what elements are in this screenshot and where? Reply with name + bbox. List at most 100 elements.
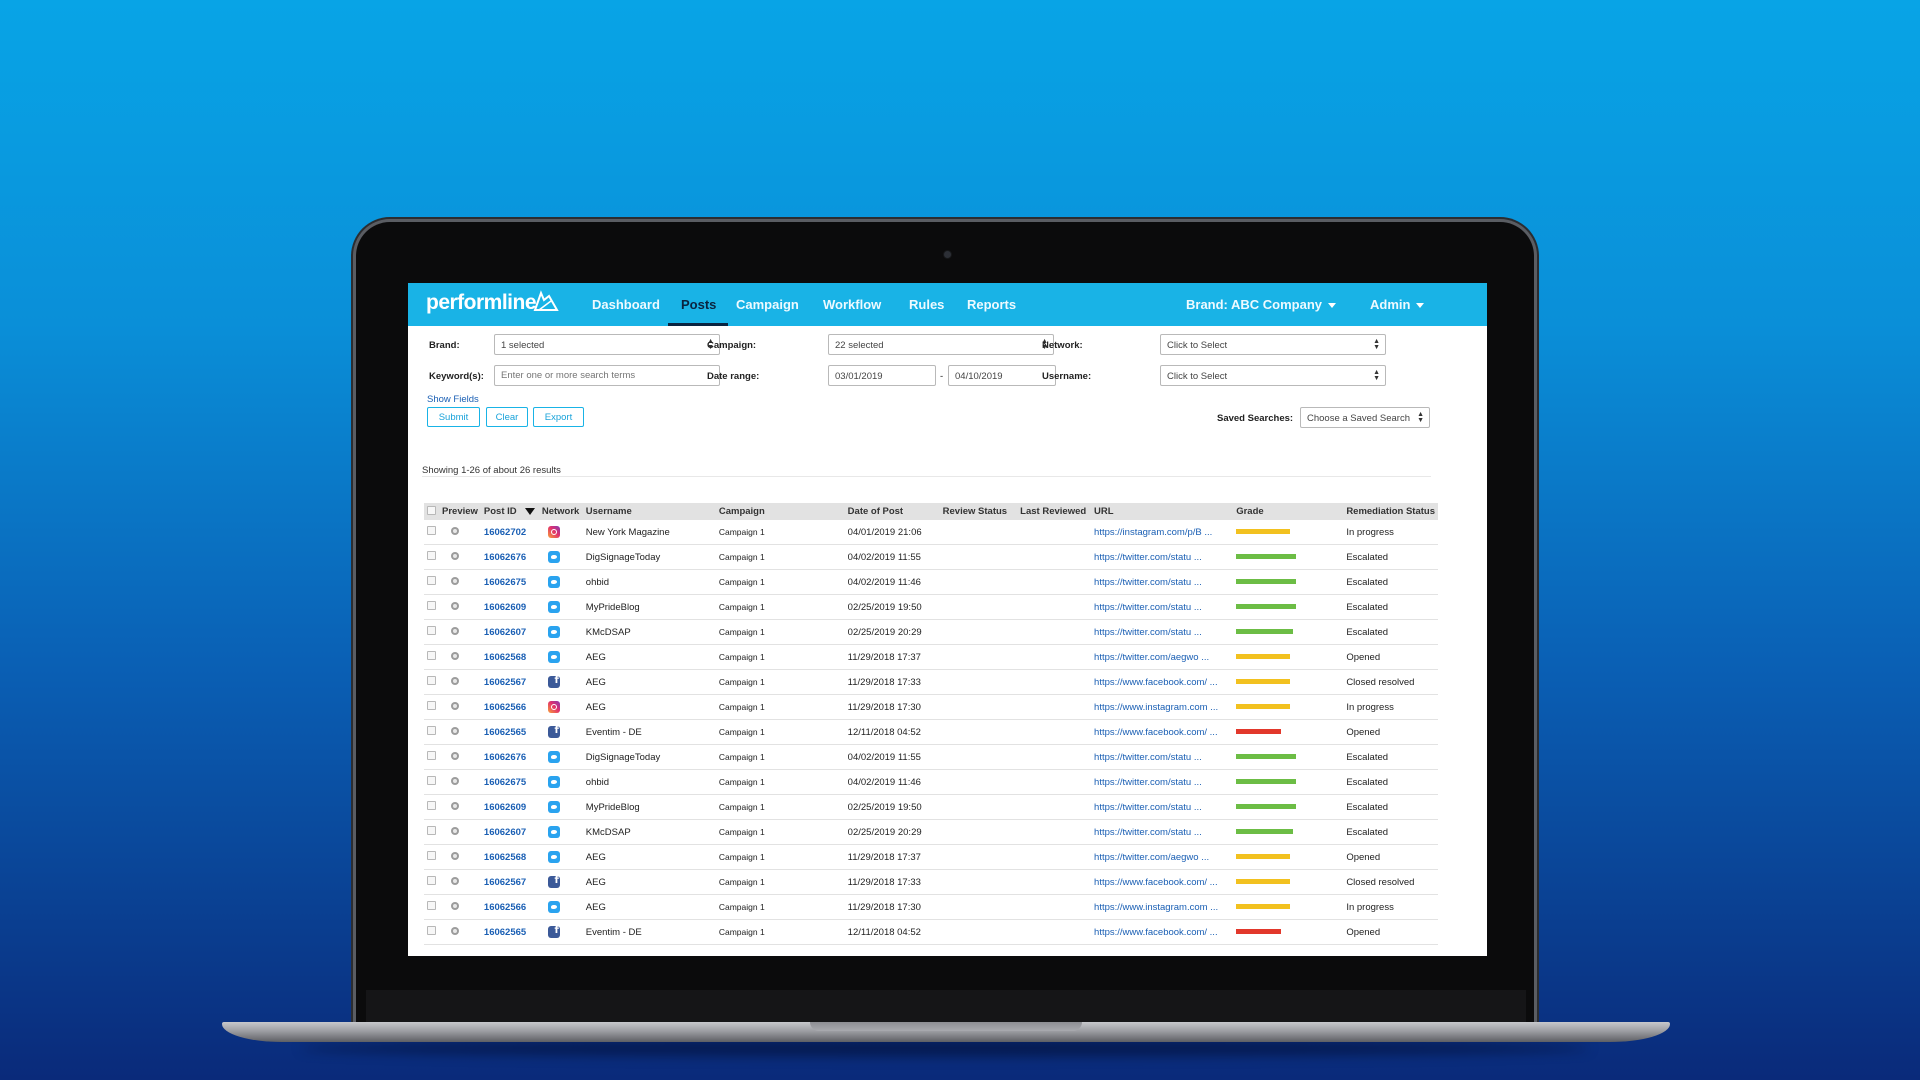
row-checkbox[interactable]: [427, 851, 436, 860]
post-url-link[interactable]: https://twitter.com/statu ...: [1094, 752, 1202, 763]
post-id-link[interactable]: 16062566: [484, 902, 526, 913]
col-preview[interactable]: Preview: [439, 503, 481, 520]
table-row[interactable]: 16062607 KMcDSAP Campaign 1 02/25/2019 20:2…: [424, 619, 1438, 645]
post-url-link[interactable]: https://twitter.com/statu ...: [1094, 552, 1202, 563]
post-id-link[interactable]: 16062609: [484, 802, 526, 813]
table-row[interactable]: 16062567 AEGCampaign 111/29/2018 17:33 htt…: [424, 669, 1438, 695]
post-url-link[interactable]: https://www.facebook.com/ ...: [1094, 877, 1218, 888]
post-url-link[interactable]: https://twitter.com/aegwo ...: [1094, 652, 1209, 663]
table-row[interactable]: 16062567 AEGCampaign 111/29/2018 17:33 htt…: [424, 869, 1438, 895]
col-review-status[interactable]: Review Status: [940, 503, 1018, 520]
row-checkbox[interactable]: [427, 576, 436, 585]
preview-icon[interactable]: [451, 826, 459, 835]
row-checkbox[interactable]: [427, 751, 436, 760]
table-row[interactable]: 16062568 AEG Campaign 1 11/29/2018 17:37 htt…: [424, 644, 1438, 670]
preview-icon[interactable]: [451, 801, 459, 810]
admin-menu[interactable]: Admin: [1370, 297, 1425, 312]
export-button[interactable]: Export: [533, 407, 584, 427]
post-id-link[interactable]: 16062607: [484, 627, 526, 638]
keywords-input[interactable]: [494, 365, 720, 386]
preview-icon[interactable]: [451, 901, 459, 910]
row-checkbox[interactable]: [427, 701, 436, 710]
post-id-link[interactable]: 16062568: [484, 652, 526, 663]
row-checkbox[interactable]: [427, 551, 436, 560]
brand-select[interactable]: 1 selected ▲ ▼: [494, 334, 720, 355]
post-id-link[interactable]: 16062676: [484, 752, 526, 763]
row-checkbox[interactable]: [427, 901, 436, 910]
post-url-link[interactable]: https://www.instagram.com ...: [1094, 702, 1218, 713]
post-url-link[interactable]: https://www.facebook.com/ ...: [1094, 927, 1218, 938]
post-id-link[interactable]: 16062675: [484, 577, 526, 588]
nav-posts[interactable]: Posts: [681, 297, 716, 312]
row-checkbox[interactable]: [427, 876, 436, 885]
post-url-link[interactable]: https://twitter.com/statu ...: [1094, 827, 1202, 838]
saved-search-select[interactable]: Choose a Saved Search ▲ ▼: [1300, 407, 1430, 428]
nav-campaign[interactable]: Campaign: [736, 297, 799, 312]
network-select[interactable]: Click to Select ▲ ▼: [1160, 334, 1386, 355]
date-to-input[interactable]: 04/10/2019: [948, 365, 1056, 386]
preview-icon[interactable]: [451, 851, 459, 860]
clear-button[interactable]: Clear: [486, 407, 528, 427]
preview-icon[interactable]: [451, 926, 459, 935]
row-checkbox[interactable]: [427, 926, 436, 935]
row-checkbox[interactable]: [427, 726, 436, 735]
table-row[interactable]: 16062568 AEG Campaign 1 11/29/2018 17:37 htt…: [424, 844, 1438, 870]
brand-menu[interactable]: Brand: ABC Company: [1186, 297, 1337, 312]
preview-icon[interactable]: [451, 676, 459, 685]
table-row[interactable]: 16062566 AEG Campaign 1 11/29/2018 17:30 htt…: [424, 894, 1438, 920]
post-url-link[interactable]: https://twitter.com/statu ...: [1094, 577, 1202, 588]
preview-icon[interactable]: [451, 526, 459, 535]
post-url-link[interactable]: https://twitter.com/aegwo ...: [1094, 852, 1209, 863]
preview-icon[interactable]: [451, 751, 459, 760]
post-id-link[interactable]: 16062702: [484, 527, 526, 538]
preview-icon[interactable]: [451, 601, 459, 610]
row-checkbox[interactable]: [427, 676, 436, 685]
preview-icon[interactable]: [451, 776, 459, 785]
post-id-link[interactable]: 16062565: [484, 727, 526, 738]
post-url-link[interactable]: https://instagram.com/p/B ...: [1094, 527, 1212, 538]
preview-icon[interactable]: [451, 626, 459, 635]
post-url-link[interactable]: https://www.facebook.com/ ...: [1094, 677, 1218, 688]
show-fields-link[interactable]: Show Fields: [427, 394, 479, 405]
row-checkbox[interactable]: [427, 776, 436, 785]
col-campaign[interactable]: Campaign: [716, 503, 845, 520]
row-checkbox[interactable]: [427, 801, 436, 810]
post-id-link[interactable]: 16062568: [484, 852, 526, 863]
sort-desc-icon[interactable]: [524, 507, 535, 515]
col-date-of-post[interactable]: Date of Post: [845, 503, 940, 520]
post-url-link[interactable]: https://twitter.com/statu ...: [1094, 602, 1202, 613]
table-row[interactable]: 16062607 KMcDSAP Campaign 1 02/25/2019 20:2…: [424, 819, 1438, 845]
post-id-link[interactable]: 16062676: [484, 552, 526, 563]
post-id-link[interactable]: 16062566: [484, 702, 526, 713]
table-row[interactable]: 16062609 MyPrideBlog Campaign 1 02/25/2019 …: [424, 594, 1438, 620]
preview-icon[interactable]: [451, 726, 459, 735]
col-grade[interactable]: Grade: [1233, 503, 1343, 520]
post-id-link[interactable]: 16062567: [484, 877, 526, 888]
post-id-link[interactable]: 16062607: [484, 827, 526, 838]
table-row[interactable]: 16062566 AEG Campaign 1 11/29/2018 17:30 htt…: [424, 694, 1438, 720]
post-id-link[interactable]: 16062567: [484, 677, 526, 688]
post-url-link[interactable]: https://twitter.com/statu ...: [1094, 627, 1202, 638]
row-checkbox[interactable]: [427, 826, 436, 835]
col-username[interactable]: Username: [583, 503, 716, 520]
date-from-input[interactable]: 03/01/2019: [828, 365, 936, 386]
table-row[interactable]: 16062676 DigSignageToday Campaign 1 04/02/2…: [424, 744, 1438, 770]
table-row[interactable]: 16062702 New York Magazine Campaign 1 04/01…: [424, 520, 1438, 545]
preview-icon[interactable]: [451, 876, 459, 885]
performline-logo[interactable]: performline: [426, 291, 537, 315]
preview-icon[interactable]: [451, 701, 459, 710]
post-id-link[interactable]: 16062565: [484, 927, 526, 938]
preview-icon[interactable]: [451, 576, 459, 585]
col-post-id[interactable]: Post ID: [481, 503, 539, 520]
nav-workflow[interactable]: Workflow: [823, 297, 881, 312]
select-all-checkbox[interactable]: [427, 505, 436, 515]
table-row[interactable]: 16062565 Eventim - DECampaign 112/11/2018…: [424, 719, 1438, 745]
post-url-link[interactable]: https://twitter.com/statu ...: [1094, 777, 1202, 788]
col-url[interactable]: URL: [1091, 503, 1233, 520]
col-remediation-status[interactable]: Remediation Status: [1343, 503, 1438, 520]
post-url-link[interactable]: https://www.facebook.com/ ...: [1094, 727, 1218, 738]
row-checkbox[interactable]: [427, 651, 436, 660]
post-id-link[interactable]: 16062675: [484, 777, 526, 788]
table-row[interactable]: 16062675 ohbid Campaign 1 04/02/2019 11:46 h…: [424, 569, 1438, 595]
col-last-reviewed[interactable]: Last Reviewed: [1017, 503, 1091, 520]
